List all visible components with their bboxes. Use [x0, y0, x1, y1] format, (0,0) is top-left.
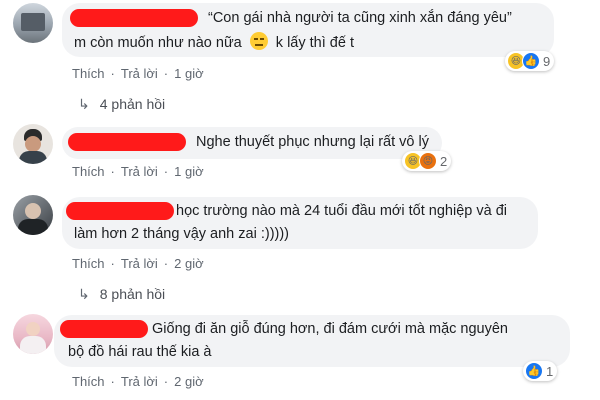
like-link[interactable]: Thích — [72, 256, 105, 271]
comment-text-line: Giống đi ăn giỗ đúng hơn, đi đám cưới mà… — [152, 321, 508, 337]
reply-link[interactable]: Trả lời — [121, 256, 158, 271]
neutral-face-icon — [249, 32, 268, 50]
comment-text-line: bộ đồ hái rau thế kia à — [68, 344, 212, 360]
reaction-count: 1 — [546, 363, 554, 379]
separator-dot: · — [110, 66, 115, 81]
timestamp[interactable]: 1 giờ — [174, 66, 204, 81]
separator-dot: · — [163, 66, 169, 81]
timestamp[interactable]: 2 giờ — [174, 256, 204, 271]
redacted-author-name — [60, 320, 148, 338]
comment-text-part: m còn muốn như nào nữa — [74, 35, 242, 51]
like-link[interactable]: Thích — [72, 66, 105, 81]
separator-dot: · — [163, 256, 169, 271]
redacted-author-name — [70, 9, 198, 27]
comment-actions: Thích · Trả lời · 2 giờ — [72, 256, 204, 271]
separator-dot: · — [163, 374, 169, 389]
reaction-count: 2 — [440, 153, 448, 169]
comment-text-part: k lấy thì đế t — [275, 35, 354, 51]
replies-count-label: 8 phản hồi — [99, 286, 166, 302]
reply-arrow-icon: ↳ — [78, 286, 90, 302]
avatar[interactable] — [13, 124, 53, 164]
avatar[interactable] — [13, 3, 53, 43]
comment-actions: Thích · Trả lời · 1 giờ — [72, 164, 204, 179]
timestamp[interactable]: 1 giờ — [174, 164, 204, 179]
replies-count-label: 4 phản hồi — [99, 96, 166, 112]
reply-link[interactable]: Trả lời — [121, 66, 158, 81]
separator-dot: · — [110, 374, 115, 389]
like-link[interactable]: Thích — [72, 374, 105, 389]
like-reaction-icon: 👍 — [522, 52, 540, 70]
comment-4: Giống đi ăn giỗ đúng hơn, đi đám cưới mà… — [0, 308, 600, 400]
view-replies-link[interactable]: ↳ 4 phản hồi — [78, 96, 165, 113]
comment-actions: Thích · Trả lời · 2 giờ — [72, 374, 204, 389]
reaction-summary[interactable]: 😆 😡 2 — [402, 151, 452, 171]
avatar[interactable] — [13, 314, 53, 354]
redacted-author-name — [68, 133, 186, 151]
avatar[interactable] — [13, 195, 53, 235]
comment-3: học trường nào mà 24 tuổi đầu mới tốt ng… — [0, 190, 600, 310]
like-link[interactable]: Thích — [72, 164, 105, 179]
reaction-count: 9 — [543, 53, 551, 69]
like-reaction-icon: 👍 — [525, 362, 543, 380]
comment-1: “Con gái nhà người ta cũng xinh xắn đáng… — [0, 0, 600, 120]
reaction-summary[interactable]: 👍 1 — [523, 361, 558, 381]
separator-dot: · — [110, 256, 115, 271]
comment-text-line: “Con gái nhà người ta cũng xinh xắn đáng… — [208, 10, 512, 26]
comment-text-line: làm hơn 2 tháng vậy anh zai :))))) — [74, 226, 290, 242]
comment-actions: Thích · Trả lời · 1 giờ — [72, 66, 204, 81]
timestamp[interactable]: 2 giờ — [174, 374, 204, 389]
separator-dot: · — [163, 164, 169, 179]
redacted-author-name — [66, 202, 174, 220]
comment-text-line: Nghe thuyết phục nhưng lại rất vô lý — [196, 134, 429, 150]
reaction-summary[interactable]: 😆 👍 9 — [505, 51, 555, 71]
comment-text-line: m còn muốn như nào nữa k lấy thì đế t — [74, 32, 354, 53]
view-replies-link[interactable]: ↳ 8 phản hồi — [78, 286, 165, 303]
reply-arrow-icon: ↳ — [78, 96, 90, 112]
comment-text-line: học trường nào mà 24 tuổi đầu mới tốt ng… — [176, 203, 508, 219]
reply-link[interactable]: Trả lời — [121, 374, 158, 389]
reply-link[interactable]: Trả lời — [121, 164, 158, 179]
angry-reaction-icon: 😡 — [419, 152, 437, 170]
comment-2: Nghe thuyết phục nhưng lại rất vô lý 😆 😡… — [0, 118, 600, 194]
separator-dot: · — [110, 164, 115, 179]
